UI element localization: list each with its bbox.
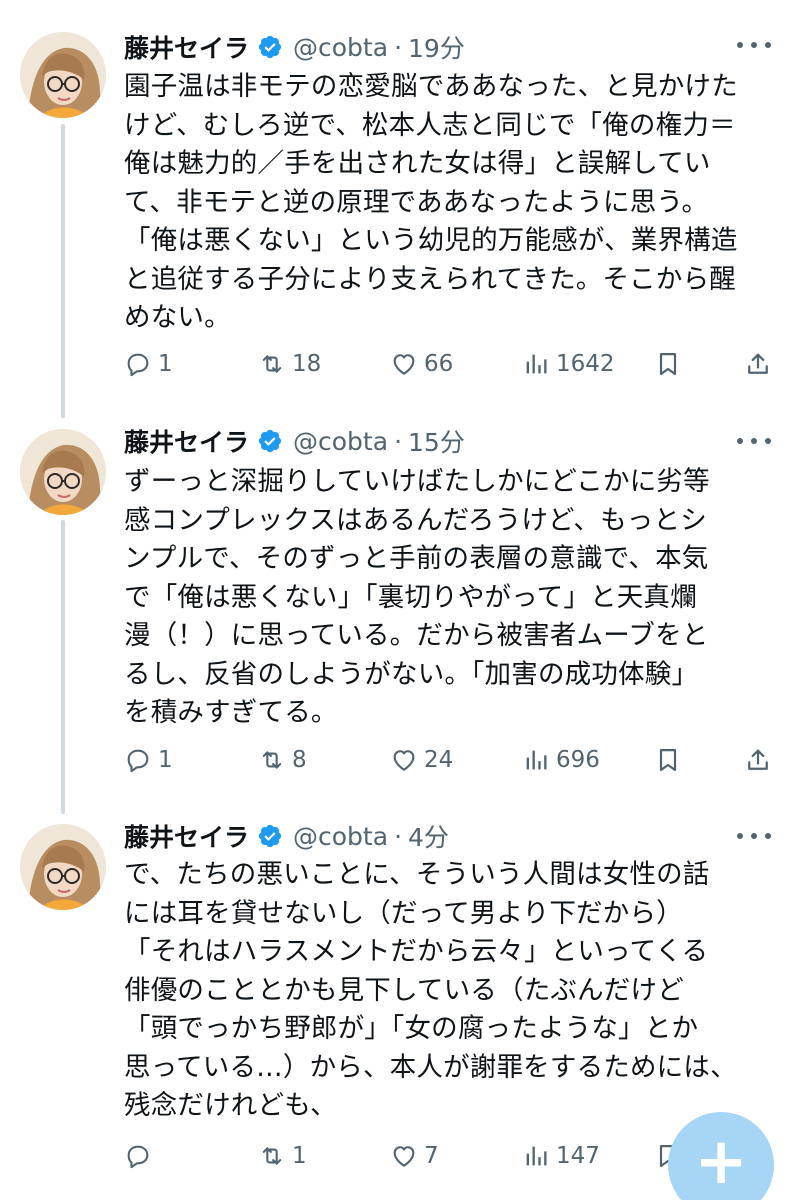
user-handle[interactable]: @cobta	[293, 33, 388, 62]
tweet-header: 藤井セイラ @cobta · 15分	[124, 424, 465, 458]
verified-badge-icon	[257, 823, 283, 849]
avatar[interactable]	[20, 429, 106, 515]
more-icon[interactable]	[737, 825, 771, 847]
separator: ·	[394, 426, 403, 456]
separator: ·	[394, 32, 403, 62]
display-name[interactable]: 藤井セイラ	[124, 423, 249, 459]
bookmark-icon	[654, 350, 682, 378]
plus-icon: +	[694, 1125, 748, 1199]
heart-icon	[390, 1142, 418, 1170]
avatar[interactable]	[20, 824, 106, 910]
share-icon	[744, 350, 772, 378]
retweet-count: 8	[292, 747, 307, 773]
views-button[interactable]: 147	[522, 1138, 600, 1174]
views-icon	[522, 746, 550, 774]
retweet-icon	[258, 1142, 286, 1170]
share-button[interactable]	[744, 346, 772, 382]
views-button[interactable]: 1642	[522, 346, 615, 382]
like-button[interactable]: 66	[390, 346, 453, 382]
tweet-text: で、たちの悪いことに、そういう人間は女性の話 には耳を貸せないし（だって男より下…	[124, 859, 737, 1121]
like-count: 66	[424, 351, 454, 377]
like-button[interactable]: 7	[390, 1138, 439, 1174]
tweet-header: 藤井セイラ @cobta · 19分	[124, 30, 465, 64]
tweet-text: ずーっと深掘りしていけばたしかにどこかに劣等 感コンプレックスはあるんだろうけど…	[124, 466, 710, 728]
like-count: 7	[424, 1143, 439, 1169]
share-button[interactable]	[744, 742, 772, 778]
separator: ·	[394, 821, 403, 851]
timestamp[interactable]: 15分	[408, 423, 465, 459]
display-name[interactable]: 藤井セイラ	[124, 818, 249, 854]
retweet-count: 1	[292, 1143, 307, 1169]
timestamp[interactable]: 19分	[408, 29, 465, 65]
share-icon	[744, 746, 772, 774]
like-count: 24	[424, 747, 454, 773]
retweet-icon	[258, 746, 286, 774]
view-count: 696	[556, 747, 600, 773]
verified-badge-icon	[257, 34, 283, 60]
more-icon[interactable]	[737, 34, 771, 56]
retweet-button[interactable]: 18	[258, 346, 321, 382]
tweet[interactable]: 藤井セイラ @cobta · 15分 ずーっと深掘りしていけばたしかにどこかに劣…	[0, 405, 793, 800]
view-count: 147	[556, 1143, 600, 1169]
views-icon	[522, 350, 550, 378]
bookmark-button[interactable]	[654, 346, 682, 382]
tweet-text: 園子温は非モテの恋愛脳でああなった、と見かけた けど、むしろ逆で、松本人志と同じ…	[124, 71, 738, 333]
reply-count: 1	[158, 351, 173, 377]
reply-button[interactable]	[124, 1138, 158, 1174]
more-icon[interactable]	[737, 430, 771, 452]
reply-button[interactable]: 1	[124, 346, 173, 382]
bookmark-icon	[654, 746, 682, 774]
bookmark-button[interactable]	[654, 742, 682, 778]
tweet[interactable]: 藤井セイラ @cobta · 19分 園子温は非モテの恋愛脳でああなった、と見か…	[0, 0, 793, 405]
verified-badge-icon	[257, 428, 283, 454]
reply-count: 1	[158, 747, 173, 773]
retweet-button[interactable]: 8	[258, 742, 307, 778]
views-icon	[522, 1142, 550, 1170]
retweet-count: 18	[292, 351, 322, 377]
views-button[interactable]: 696	[522, 742, 600, 778]
like-button[interactable]: 24	[390, 742, 453, 778]
heart-icon	[390, 746, 418, 774]
timestamp[interactable]: 4分	[408, 818, 449, 854]
heart-icon	[390, 350, 418, 378]
view-count: 1642	[556, 351, 615, 377]
reply-icon	[124, 1142, 152, 1170]
reply-icon	[124, 746, 152, 774]
retweet-button[interactable]: 1	[258, 1138, 307, 1174]
action-bar: 1 18 66 1642	[124, 346, 774, 382]
avatar[interactable]	[20, 32, 106, 118]
reply-icon	[124, 350, 152, 378]
tweet-header: 藤井セイラ @cobta · 4分	[124, 819, 449, 853]
user-handle[interactable]: @cobta	[293, 427, 388, 456]
user-handle[interactable]: @cobta	[293, 822, 388, 851]
display-name[interactable]: 藤井セイラ	[124, 29, 249, 65]
action-bar: 1 8 24 696	[124, 742, 774, 778]
retweet-icon	[258, 350, 286, 378]
reply-button[interactable]: 1	[124, 742, 173, 778]
